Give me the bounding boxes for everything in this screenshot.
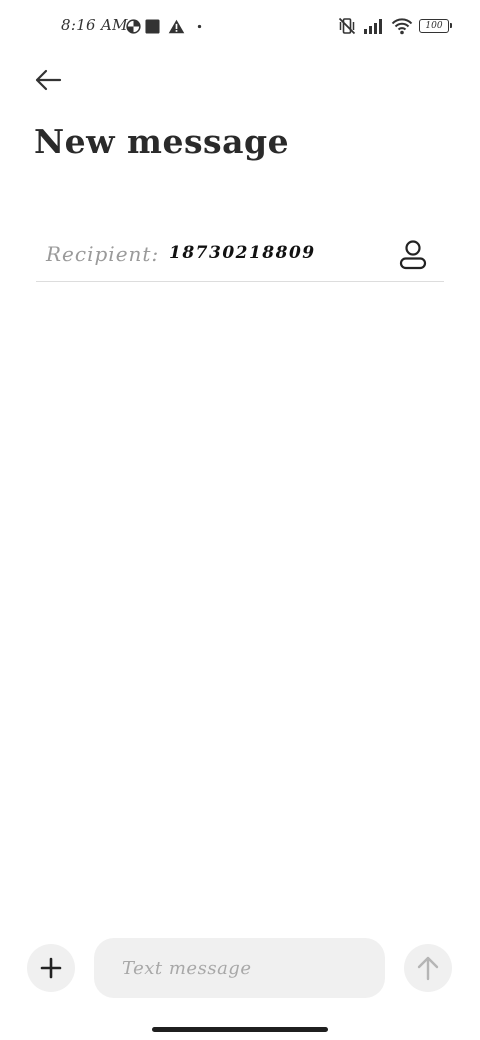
arrow-left-icon — [34, 69, 62, 91]
status-left-icons — [126, 17, 202, 35]
contact-picker-button[interactable] — [396, 238, 430, 272]
data-saver-icon — [126, 18, 141, 34]
recipient-field[interactable]: 18730218809 — [169, 243, 316, 263]
recipient-label: Recipient: — [46, 242, 160, 266]
signal-icon — [363, 18, 385, 34]
status-right-icons: 100 — [337, 15, 452, 37]
wifi-icon — [391, 17, 413, 35]
status-time: 8:16 AM — [61, 16, 128, 34]
send-button[interactable] — [404, 944, 452, 992]
battery-level: 100 — [425, 21, 443, 31]
message-input[interactable] — [94, 938, 385, 998]
warning-icon — [168, 19, 185, 34]
dot-icon — [197, 24, 202, 29]
page-title: New message — [34, 122, 290, 161]
plus-icon — [40, 957, 62, 979]
vibrate-off-icon — [337, 16, 357, 36]
battery-icon: 100 — [419, 19, 452, 33]
screen: 8:16 AM 100 New message Recipient: 18730… — [0, 0, 480, 1040]
person-icon — [399, 240, 427, 270]
square-notification-icon — [145, 18, 160, 34]
arrow-up-icon — [417, 955, 439, 981]
add-attachment-button[interactable] — [27, 944, 75, 992]
recipient-row[interactable]: Recipient: 18730218809 — [36, 230, 444, 282]
status-bar: 8:16 AM 100 — [0, 0, 480, 56]
home-indicator[interactable] — [152, 1027, 328, 1032]
back-button[interactable] — [28, 62, 68, 98]
